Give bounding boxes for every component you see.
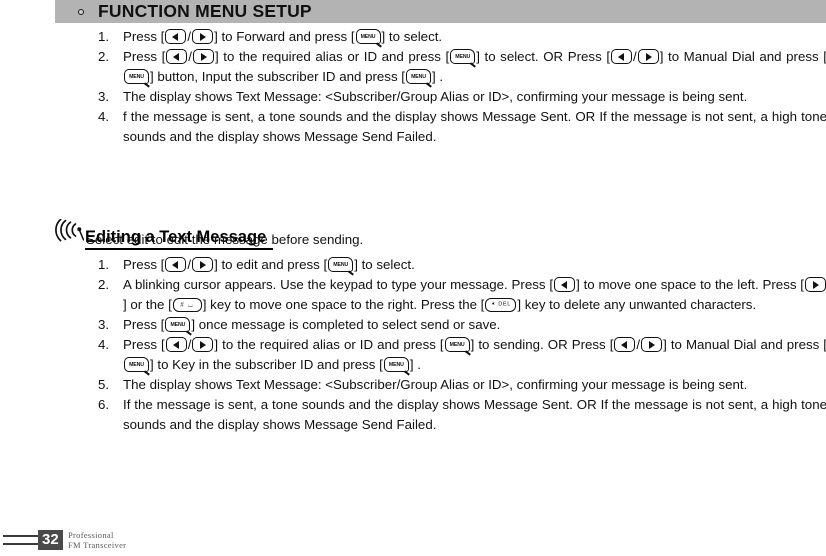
right-arrow-key-icon: [641, 337, 663, 352]
antenna-signal-icon: [54, 218, 85, 248]
menu-key-icon: MENU: [450, 49, 476, 64]
menu-key-label: MENU: [388, 361, 404, 368]
instruction-step: 2. A blinking cursor appears. Use the key…: [92, 275, 826, 315]
step-text: Press [/] to Forward and press [MENU] to…: [123, 29, 443, 44]
right-arrow-key-icon: [637, 49, 659, 64]
step-text: Press [/] to the required alias or ID an…: [123, 49, 826, 84]
del-key-label: ✶ DEL: [490, 301, 511, 308]
step-text: Press [MENU] once message is completed t…: [123, 317, 501, 332]
manual-page: FUNCTION MENU SETUP 1. Press [/] to Forwa…: [0, 0, 826, 556]
step-text: Press [/] to edit and press [MENU] to se…: [123, 257, 415, 272]
instruction-step: 4. f the message is sent, a tone sounds a…: [92, 107, 826, 147]
left-arrow-key-icon: [614, 337, 636, 352]
menu-key-icon: MENU: [444, 337, 470, 352]
page-footer: 32 Professional FM Transceiver: [0, 526, 826, 556]
step-number: 4.: [98, 109, 110, 124]
step-text: The display shows Text Message: <Subscri…: [123, 377, 748, 392]
instruction-step: 3. The display shows Text Message: <Subsc…: [92, 87, 826, 107]
page-header-bar: FUNCTION MENU SETUP: [55, 0, 826, 23]
step-text: Press [/] to the required alias or ID an…: [123, 337, 826, 372]
step-number: 5.: [98, 377, 110, 392]
right-arrow-key-icon: [192, 337, 214, 352]
hash-space-key-icon: # ⌴: [172, 298, 202, 312]
step-text: If the message is sent, a tone sounds an…: [123, 397, 826, 432]
menu-key-icon: MENU: [328, 257, 354, 272]
menu-key-icon: MENU: [383, 357, 409, 372]
circle-bullet-icon: [78, 8, 84, 15]
instruction-step: 2. Press [/] to the required alias or ID …: [92, 47, 826, 87]
instruction-step: 1. Press [/] to Forward and press [MENU] …: [92, 27, 826, 47]
section-intro-text: Select edit to edit the message before s…: [86, 232, 364, 247]
left-arrow-key-icon: [165, 29, 187, 44]
left-arrow-key-icon: [165, 257, 187, 272]
step-number: 4.: [98, 337, 110, 352]
left-arrow-key-icon: [554, 277, 576, 292]
footer-rule-top: [3, 534, 41, 537]
menu-key-icon: MENU: [124, 69, 149, 84]
footer-brand-line-2: FM Transceiver: [68, 540, 127, 550]
menu-key-icon: MENU: [165, 317, 191, 332]
menu-key-icon: MENU: [355, 29, 381, 44]
instruction-list-editing: 1. Press [/] to edit and press [MENU] to …: [92, 255, 826, 435]
step-text: A blinking cursor appears. Use the keypa…: [123, 275, 826, 315]
menu-key-label: MENU: [449, 341, 465, 348]
left-arrow-key-icon: [166, 49, 188, 64]
menu-key-label: MENU: [129, 73, 144, 80]
menu-key-label: MENU: [411, 73, 426, 80]
star-del-key-icon: ✶ DEL: [485, 298, 517, 312]
footer-brand: Professional FM Transceiver: [68, 530, 126, 550]
left-arrow-key-icon: [611, 49, 633, 64]
right-arrow-key-icon: [192, 29, 214, 44]
step-text: The display shows Text Message: <Subscri…: [123, 89, 748, 104]
menu-key-label: MENU: [129, 361, 144, 368]
menu-key-icon: MENU: [406, 69, 431, 84]
right-arrow-key-icon: [192, 49, 214, 64]
instruction-step: 1. Press [/] to edit and press [MENU] to …: [92, 255, 826, 275]
menu-key-label: MENU: [360, 33, 376, 40]
left-arrow-key-icon: [165, 337, 187, 352]
step-number: 1.: [98, 257, 110, 272]
step-number: 2.: [98, 277, 110, 292]
right-arrow-key-icon: [805, 277, 826, 292]
step-text: f the message is sent, a tone sounds and…: [123, 109, 826, 144]
footer-rule-bottom: [3, 542, 41, 545]
step-number: 1.: [98, 29, 110, 44]
menu-key-icon: MENU: [124, 357, 149, 372]
page-title: FUNCTION MENU SETUP: [98, 1, 312, 21]
step-number: 2.: [98, 49, 110, 64]
footer-brand-line-1: Professional: [68, 530, 114, 540]
page-number: 32: [38, 530, 63, 550]
menu-key-label: MENU: [455, 53, 471, 60]
step-number: 6.: [98, 397, 110, 412]
instruction-step: 5. The display shows Text Message: <Subsc…: [92, 375, 826, 395]
right-arrow-key-icon: [192, 257, 214, 272]
step-number: 3.: [98, 89, 110, 104]
step-number: 3.: [98, 317, 110, 332]
instruction-step: 4. Press [/] to the required alias or ID …: [92, 335, 826, 375]
menu-key-label: MENU: [333, 261, 349, 268]
instruction-step: 6. If the message is sent, a tone sounds …: [92, 395, 826, 435]
instruction-step: 3. Press [MENU] once message is completed…: [92, 315, 826, 335]
instruction-list-forward: 1. Press [/] to Forward and press [MENU] …: [92, 27, 826, 147]
hash-key-label: # ⌴: [180, 301, 195, 309]
menu-key-label: MENU: [170, 321, 186, 328]
